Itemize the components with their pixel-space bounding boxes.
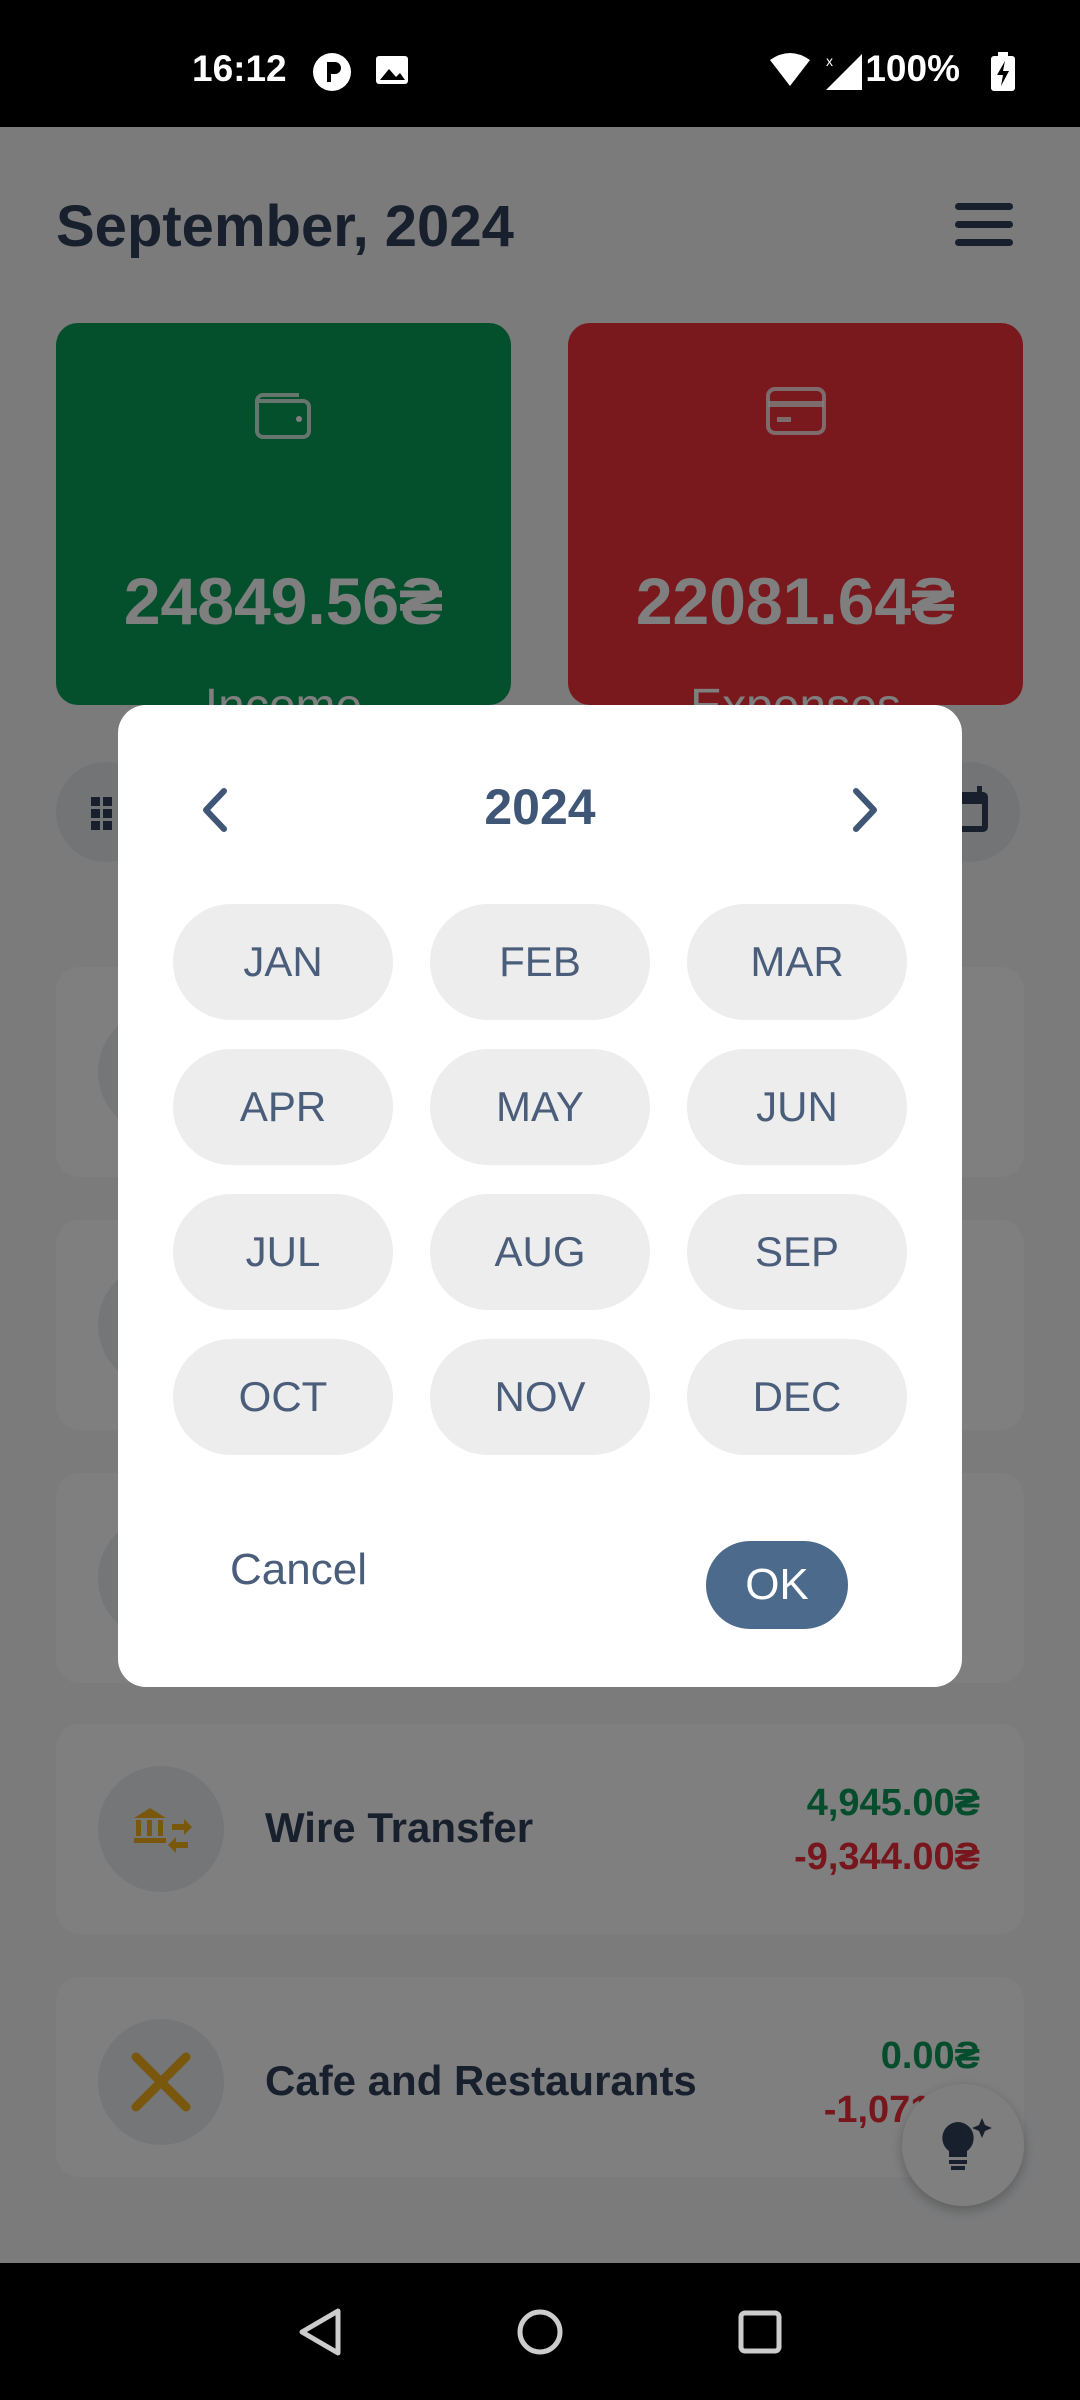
month-grid: JAN FEB MAR APR MAY JUN JUL AUG SEP OCT … (173, 904, 907, 1455)
next-year-button[interactable] (830, 775, 900, 845)
month-sep-button[interactable]: SEP (687, 1194, 907, 1310)
month-picker-dialog: 2024 JAN FEB MAR APR MAY JUN JUL AUG SEP… (118, 705, 962, 1687)
back-button[interactable] (286, 2297, 356, 2367)
svg-text:x: x (826, 53, 833, 69)
wifi-icon (768, 52, 812, 93)
recents-button[interactable] (725, 2297, 795, 2367)
chevron-right-icon (853, 788, 877, 832)
status-time: 16:12 (192, 48, 287, 89)
cancel-button[interactable]: Cancel (230, 1545, 367, 1595)
month-feb-button[interactable]: FEB (430, 904, 650, 1020)
home-button[interactable] (505, 2297, 575, 2367)
month-jan-button[interactable]: JAN (173, 904, 393, 1020)
month-oct-button[interactable]: OCT (173, 1339, 393, 1455)
battery-percent: 100% (865, 48, 960, 89)
month-jun-button[interactable]: JUN (687, 1049, 907, 1165)
month-aug-button[interactable]: AUG (430, 1194, 650, 1310)
month-jul-button[interactable]: JUL (173, 1194, 393, 1310)
signal-icon: x (822, 52, 866, 97)
home-circle-icon (517, 2309, 563, 2355)
battery-charging-icon (990, 52, 1016, 97)
month-nov-button[interactable]: NOV (430, 1339, 650, 1455)
month-apr-button[interactable]: APR (173, 1049, 393, 1165)
ok-button[interactable]: OK (706, 1541, 848, 1629)
month-dec-button[interactable]: DEC (687, 1339, 907, 1455)
image-icon (374, 52, 410, 93)
system-navigation-bar (0, 2263, 1080, 2400)
status-bar: 16:12 x 100% (0, 0, 1080, 127)
month-mar-button[interactable]: MAR (687, 904, 907, 1020)
month-may-button[interactable]: MAY (430, 1049, 650, 1165)
back-triangle-icon (299, 2308, 341, 2356)
recents-square-icon (738, 2310, 782, 2354)
notification-app-icon (312, 52, 352, 97)
